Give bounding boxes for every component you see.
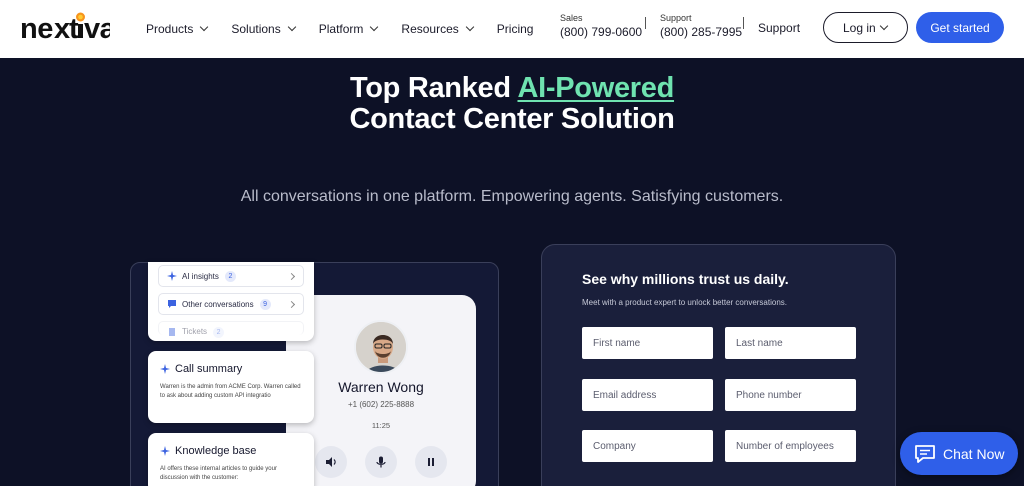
chevron-down-icon: [287, 22, 296, 32]
list-item-ai-insights[interactable]: AI insights 2: [158, 265, 304, 287]
chevron-down-icon: [465, 22, 475, 32]
nav-solutions-label: Solutions: [231, 22, 281, 36]
hero-title-prefix: Top Ranked: [349, 72, 518, 104]
site-header: nextiva ne x t va Products Solutions Pla…: [0, 0, 1024, 58]
caller-name: Warren Wong: [338, 379, 424, 395]
mute-button[interactable]: [365, 446, 397, 478]
chat-now-button[interactable]: Chat Now: [900, 432, 1018, 475]
header-divider: [645, 17, 646, 29]
sparkle-icon: [160, 364, 170, 374]
form-title: See why millions trust us daily.: [582, 271, 789, 287]
first-name-field[interactable]: [582, 327, 713, 359]
call-summary-title: Call summary: [160, 363, 242, 375]
nav-products-label: Products: [146, 22, 194, 36]
nav-resources-label: Resources: [401, 22, 459, 36]
support-number[interactable]: (800) 285-7995: [660, 25, 742, 39]
sparkle-icon: [160, 446, 170, 456]
call-summary-heading: Call summary: [175, 363, 243, 375]
get-started-label: Get started: [930, 20, 990, 35]
speaker-icon: [326, 457, 336, 467]
avatar: [354, 320, 408, 374]
hero-title-highlight: AI-Powered: [517, 72, 675, 104]
caller-phone: +1 (602) 225-8888: [347, 400, 415, 409]
hero-title: Top Ranked AI-Powered Contact Center Sol…: [0, 73, 1024, 135]
nav-platform-label: Platform: [318, 22, 364, 36]
nav-resources[interactable]: Resources: [401, 22, 475, 36]
nav-pricing-label: Pricing: [496, 22, 534, 36]
chevron-down-icon: [370, 22, 379, 32]
list-item-label: AI insights: [182, 271, 219, 281]
chevron-down-icon: [879, 21, 889, 31]
chat-icon: [915, 444, 935, 463]
last-name-field[interactable]: [725, 327, 856, 359]
count-badge: 2: [224, 270, 236, 282]
hero-title-line2: Contact Center Solution: [349, 103, 675, 135]
conversation-list-card: AI insights 2 Other conversations 9 Tick…: [148, 262, 314, 341]
employees-field[interactable]: [725, 430, 856, 462]
sales-label: Sales: [560, 13, 583, 23]
list-item-tickets[interactable]: Tickets 2: [158, 321, 304, 338]
microphone-icon: [376, 456, 386, 468]
call-summary-card: Call summary Warren is the admin from AC…: [148, 351, 314, 423]
main-nav: Products Solutions Platform Resources Pr…: [146, 0, 557, 58]
chat-now-label: Chat Now: [943, 445, 1005, 462]
list-item-label: Tickets: [182, 327, 208, 336]
form-subtitle: Meet with a product expert to unlock bet…: [582, 298, 787, 307]
hero-subtitle: All conversations in one platform. Empow…: [240, 188, 784, 205]
company-field[interactable]: [582, 430, 713, 462]
count-badge: 2: [213, 327, 225, 338]
knowledge-base-card: Knowledge base AI offers these internal …: [148, 433, 314, 486]
knowledge-base-title: Knowledge base: [160, 445, 256, 457]
support-label: Support: [660, 13, 692, 23]
nav-pricing[interactable]: Pricing: [497, 22, 534, 36]
chevron-down-icon: [200, 22, 209, 32]
get-started-button[interactable]: Get started: [916, 12, 1004, 43]
sales-number[interactable]: (800) 799-0600: [560, 25, 642, 39]
nav-products[interactable]: Products: [146, 22, 209, 36]
sparkle-icon: [167, 271, 177, 281]
hold-button[interactable]: [415, 446, 447, 478]
knowledge-base-heading: Knowledge base: [175, 445, 257, 457]
header-divider: [743, 17, 744, 29]
count-badge: 9: [259, 298, 271, 310]
call-summary-text: Warren is the admin from ACME Corp. Warr…: [160, 384, 301, 399]
chat-bubble-icon: [167, 299, 177, 309]
chevron-right-icon: [287, 272, 296, 281]
knowledge-base-text: AI offers these internal articles to gui…: [160, 466, 277, 481]
chevron-right-icon: [287, 300, 296, 309]
nextiva-logo[interactable]: nextiva ne x t va: [20, 12, 117, 45]
nav-solutions[interactable]: Solutions: [231, 22, 296, 36]
call-timer: 11:25: [371, 421, 391, 430]
nav-platform[interactable]: Platform: [318, 22, 379, 36]
email-field[interactable]: [582, 379, 713, 411]
list-item-label: Other conversations: [182, 299, 254, 309]
support-contact[interactable]: Support (800) 285-7995: [660, 11, 742, 39]
document-icon: [167, 327, 177, 337]
login-button[interactable]: Log in: [823, 12, 908, 43]
list-item-other-conversations[interactable]: Other conversations 9: [158, 293, 304, 315]
speaker-button[interactable]: [315, 446, 347, 478]
pause-icon: [428, 458, 434, 466]
support-link[interactable]: Support: [758, 21, 800, 35]
login-label: Log in: [843, 20, 876, 35]
phone-field[interactable]: [725, 379, 856, 411]
sales-contact[interactable]: Sales (800) 799-0600: [560, 11, 642, 39]
